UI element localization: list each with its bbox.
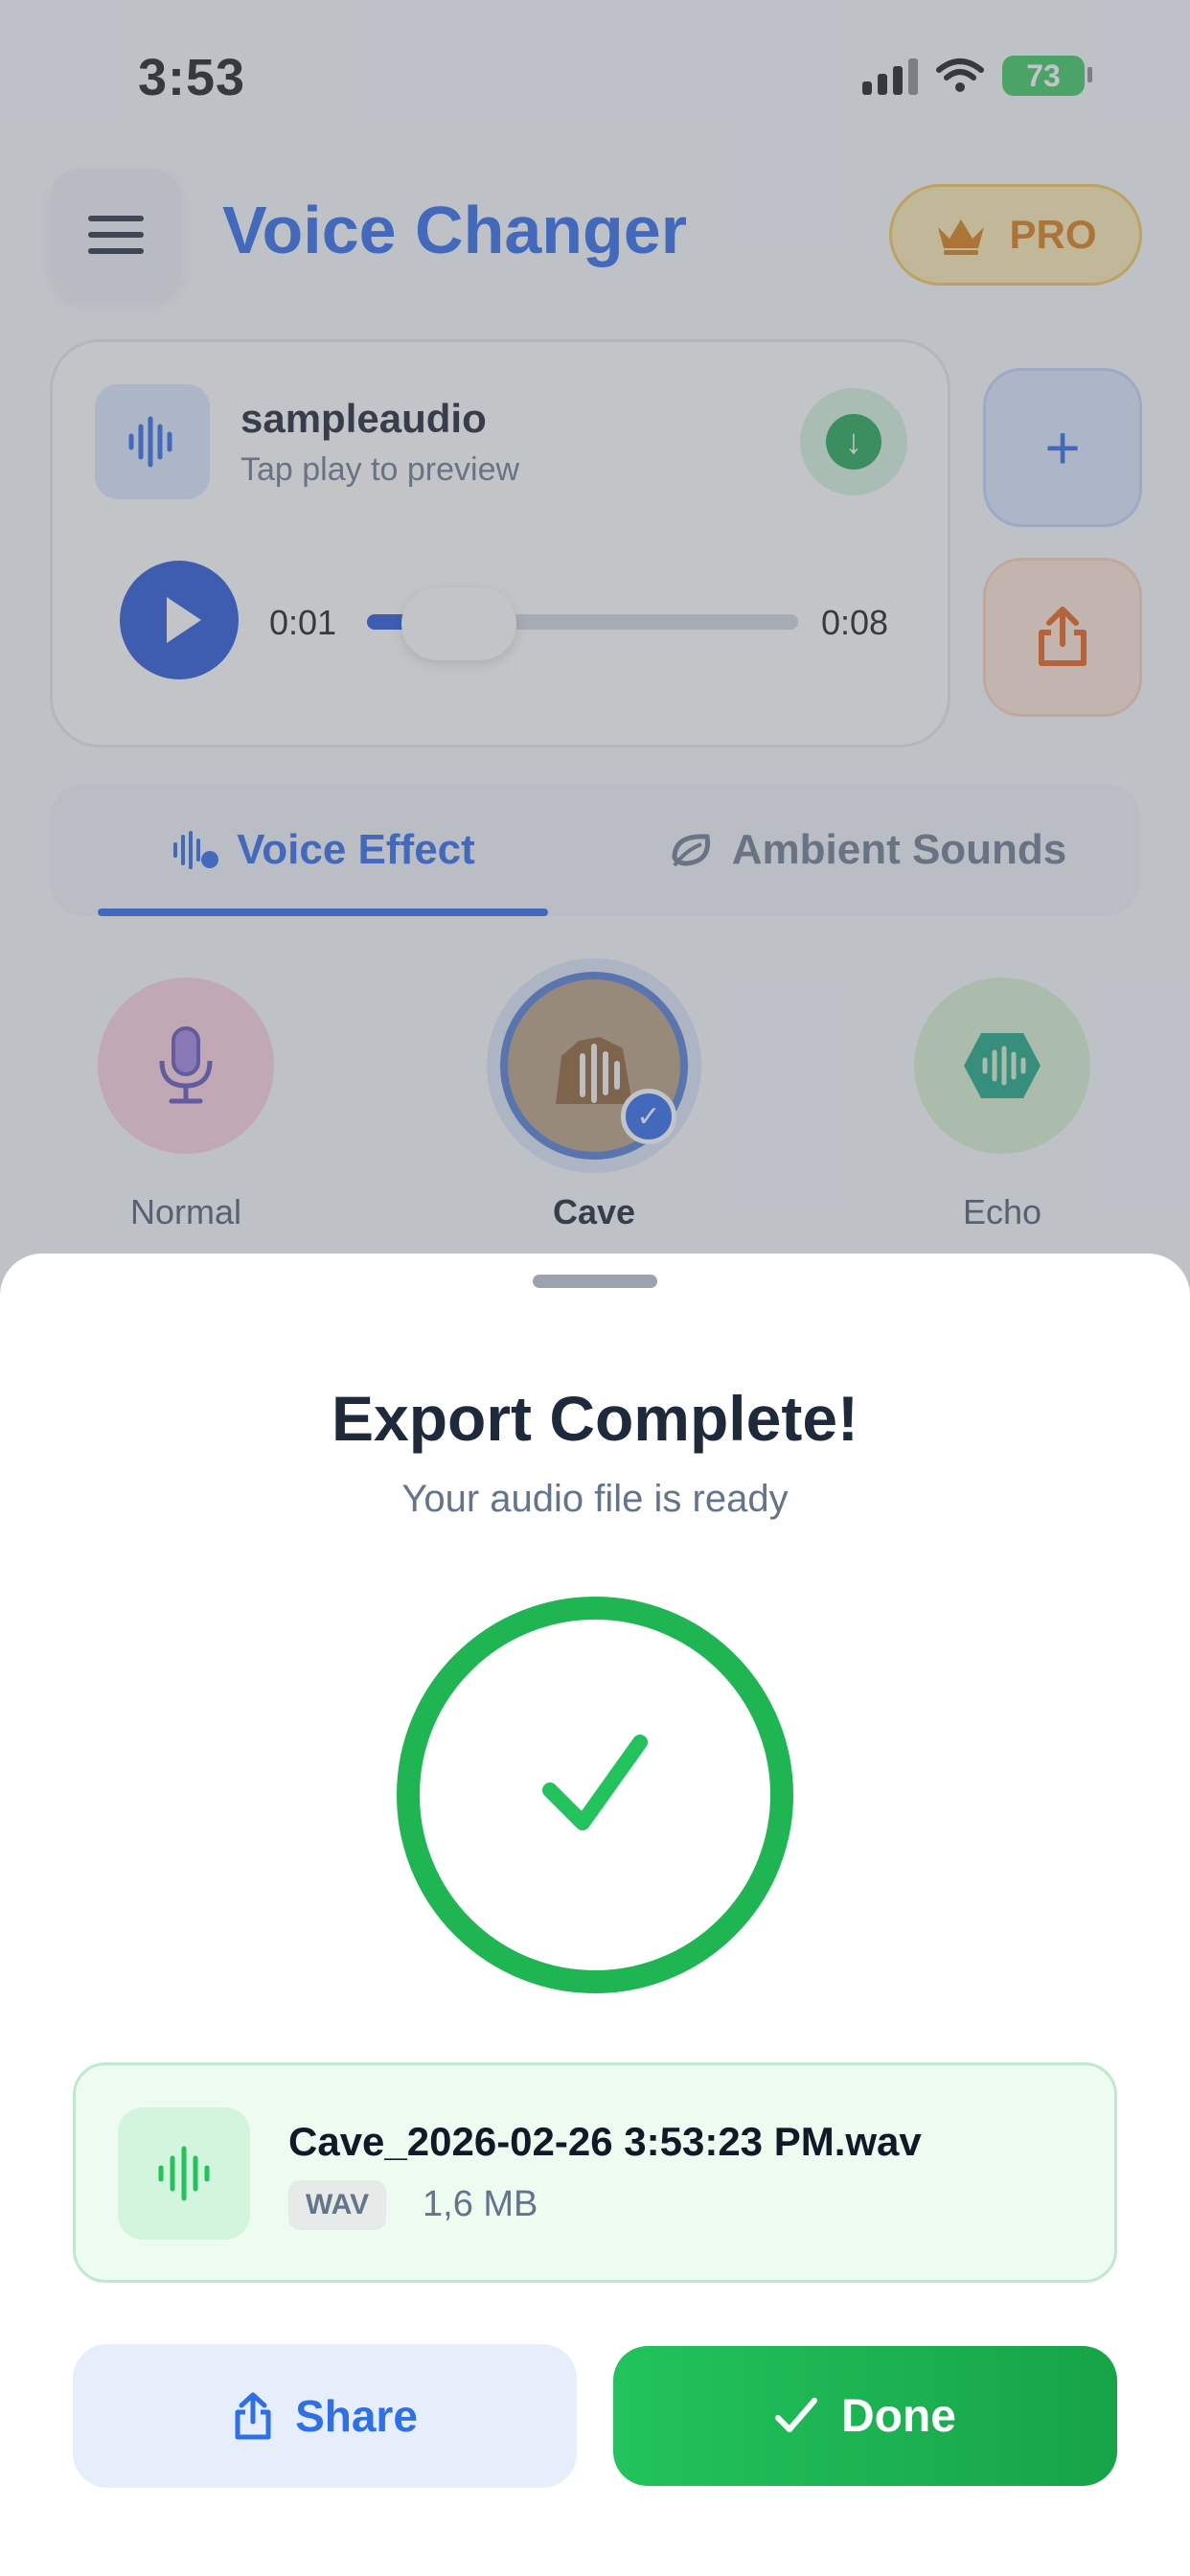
exported-file-card: Cave_2026-02-26 3:53:23 PM.wav WAV 1,6 M…: [73, 2062, 1117, 2283]
check-icon: [775, 2398, 817, 2432]
checkmark-icon: [542, 1735, 648, 1830]
done-label: Done: [841, 2390, 956, 2442]
share-button[interactable]: Share: [73, 2344, 577, 2488]
success-ring: [397, 1597, 793, 1993]
file-format-badge: WAV: [288, 2180, 387, 2230]
export-sheet: Export Complete! Your audio file is read…: [0, 1254, 1190, 2576]
share-label: Share: [295, 2391, 418, 2441]
modal-scrim[interactable]: [0, 0, 1190, 1342]
sheet-subtitle: Your audio file is ready: [401, 1478, 789, 1520]
share-icon: [235, 2392, 271, 2440]
sheet-title: Export Complete!: [331, 1383, 859, 1454]
done-button[interactable]: Done: [613, 2346, 1117, 2486]
exported-file-name: Cave_2026-02-26 3:53:23 PM.wav: [288, 2119, 922, 2164]
file-size: 1,6 MB: [423, 2184, 538, 2224]
sheet-handle[interactable]: [533, 1275, 657, 1288]
audio-file-icon: [118, 2107, 250, 2240]
